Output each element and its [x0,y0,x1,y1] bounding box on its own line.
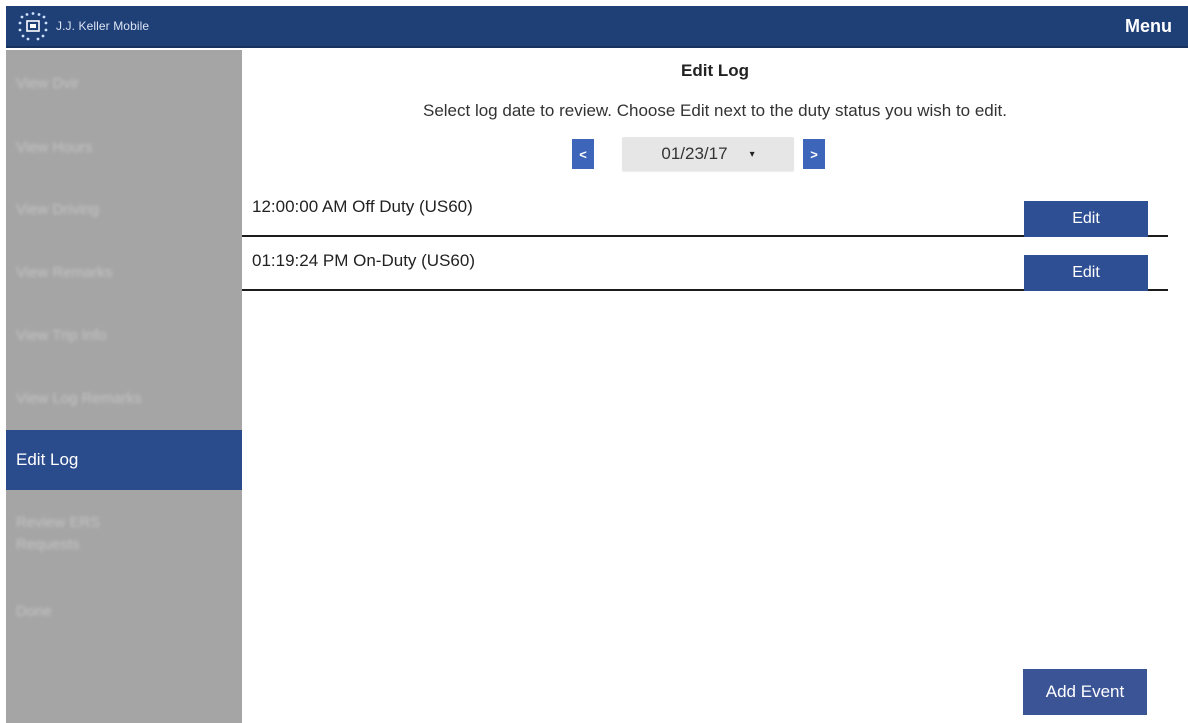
date-navigator: < 01/23/17 ▾ > [572,137,825,171]
log-date-dropdown[interactable]: 01/23/17 ▾ [622,137,794,171]
log-entry-text: 01:19:24 PM On-Duty (US60) [252,251,475,270]
sidebar-item-edit-log[interactable]: Edit Log [6,430,242,490]
sidebar-item-label: View Dvir [16,75,80,92]
sidebar-item-label: View Trip Info [16,327,107,344]
instructions-text: Select log date to review. Choose Edit n… [422,101,1007,120]
app-title: J.J. Keller Mobile [56,19,150,33]
log-entry-text: 12:00:00 AM Off Duty (US60) [252,197,473,216]
sidebar-item-view-hours[interactable]: View Hours [6,139,242,156]
sidebar-item-view-dvir[interactable]: View Dvir [6,75,242,92]
log-entry-row: 01:19:24 PM On-Duty (US60) Edit [242,239,1168,291]
sidebar-item-label: View Remarks [16,264,113,281]
jj-keller-logo-icon [16,11,52,41]
sidebar-item-view-remarks[interactable]: View Remarks [6,264,242,281]
add-event-button[interactable]: Add Event [1023,669,1147,715]
sidebar-item-label: View Log Remarks [16,390,142,407]
log-entry-row: 12:00:00 AM Off Duty (US60) Edit [242,185,1168,237]
selected-date: 01/23/17 [661,144,728,163]
caret-down-icon: ▾ [749,148,755,160]
main-content: Edit Log Select log date to review. Choo… [242,50,1188,723]
sidebar-item-label: Edit Log [16,450,79,469]
sidebar-item-view-log-remarks[interactable]: View Log Remarks [6,390,242,407]
sidebar-item-view-driving[interactable]: View Driving [6,201,242,218]
menu-button[interactable]: Menu [1125,16,1172,37]
brand: J.J. Keller Mobile [16,6,149,46]
sidebar-nav: View Dvir View Hours View Driving View R… [6,50,242,723]
sidebar-item-review-requests[interactable]: Review ERS Requests [6,512,166,556]
page-title: Edit Log [681,61,749,80]
sidebar-item-label: Done [16,603,52,620]
sidebar-item-view-trip-info[interactable]: View Trip Info [6,327,242,344]
next-date-button[interactable]: > [803,139,825,169]
app-window: J.J. Keller Mobile Menu View Dvir View H… [0,0,1188,723]
edit-button[interactable]: Edit [1024,255,1148,291]
sidebar-item-label: View Hours [16,139,93,156]
sidebar-item-done[interactable]: Done [6,603,242,620]
sidebar-item-label: Review ERS Requests [16,514,101,553]
sidebar-item-label: View Driving [16,201,100,218]
top-header-bar: J.J. Keller Mobile Menu [6,6,1188,48]
previous-date-button[interactable]: < [572,139,594,169]
edit-button[interactable]: Edit [1024,201,1148,237]
